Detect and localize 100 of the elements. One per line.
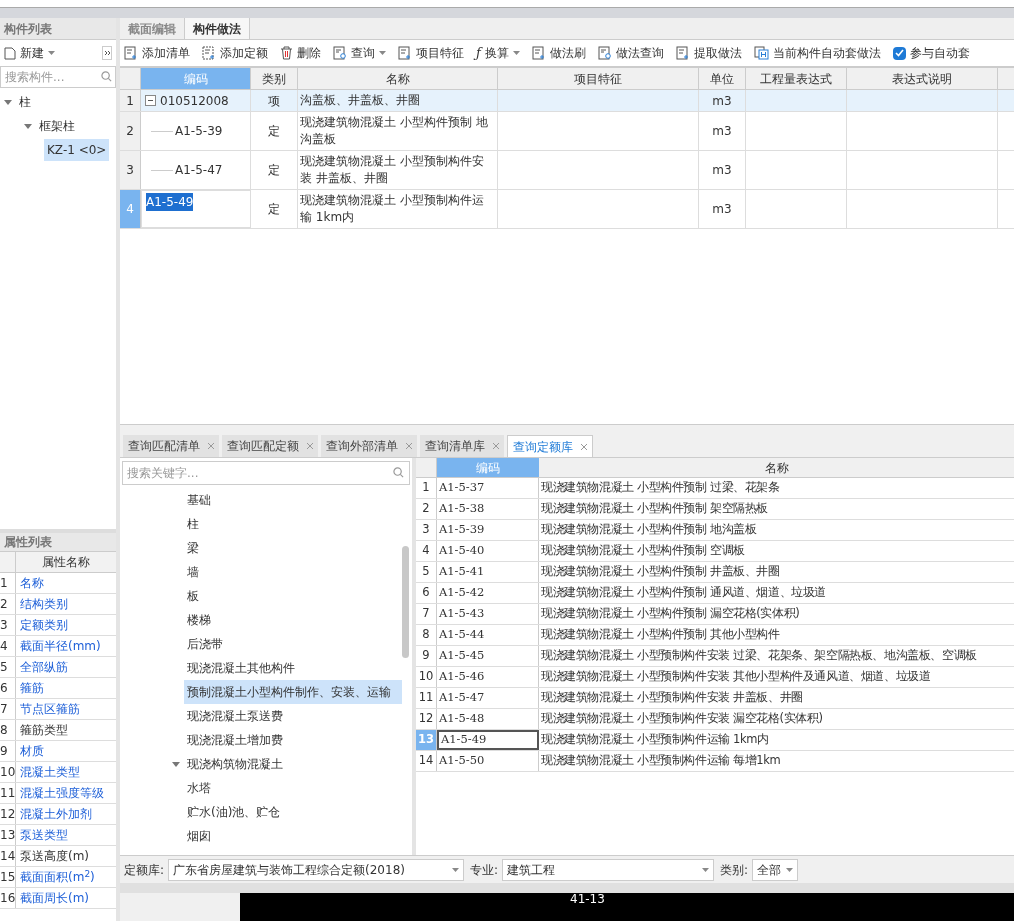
name-cell[interactable]: 现浇建筑物混凝土 小型预制构件运输 1km内 — [539, 730, 771, 750]
dropdown[interactable]: 建筑工程 — [502, 858, 715, 881]
tree-item[interactable]: 框架柱 — [36, 115, 78, 137]
code-cell[interactable]: A1-5-46 — [437, 667, 539, 687]
code-cell[interactable]: A1-5-41 — [437, 562, 539, 582]
property-name: 节点区箍筋 — [19, 701, 81, 718]
tab[interactable]: 查询外部清单 — [321, 435, 417, 457]
chapter-item[interactable]: 板 — [184, 584, 402, 608]
column-header: 编码 — [437, 458, 539, 477]
tab[interactable]: 构件做法 — [185, 18, 250, 39]
auto-checkbox[interactable]: 参与自动套 — [892, 44, 970, 62]
chapter-item[interactable]: 现浇构筑物混凝土 — [184, 752, 402, 776]
name-cell[interactable]: 现浇建筑物混凝土 小型构件预制 过梁、花架条 — [539, 478, 782, 498]
code-cell[interactable]: A1-5-38 — [437, 499, 539, 519]
name-cell[interactable]: 现浇建筑物混凝土 小型构件预制 地沟盖板 — [539, 520, 759, 540]
row-number: 14 — [0, 846, 16, 866]
name-cell[interactable]: 现浇建筑物混凝土 小型预制构件安装 过梁、花架条、架空隔热板、地沟盖板、空调板 — [539, 646, 979, 666]
code-cell[interactable]: A1-5-49 — [146, 193, 194, 211]
code-cell[interactable]: A1-5-40 — [437, 541, 539, 561]
tab[interactable]: 查询定额库 — [507, 435, 593, 457]
close-icon[interactable] — [493, 443, 499, 449]
tab[interactable]: 查询清单库 — [420, 435, 504, 457]
expand-icon[interactable] — [4, 98, 12, 106]
toolbar-button[interactable]: 做法刷 — [531, 44, 586, 62]
close-icon[interactable] — [208, 443, 214, 449]
toolbar-button[interactable]: 删除 — [280, 44, 321, 62]
new-button[interactable]: 新建 — [4, 44, 55, 62]
code-cell[interactable]: A1-5-39 — [175, 122, 223, 140]
search-field[interactable]: 搜索关键字... — [122, 461, 410, 485]
property-name: 混凝土外加剂 — [19, 806, 93, 823]
chapter-item[interactable]: 墙 — [184, 560, 402, 584]
toolbar-button[interactable]: 提取做法 — [675, 44, 742, 62]
search-icon[interactable] — [101, 71, 112, 82]
close-icon[interactable] — [406, 443, 412, 449]
row-number: 7 — [0, 699, 16, 719]
toolbar-button[interactable]: 添加定额 — [202, 44, 268, 62]
chapter-item[interactable]: 预制混凝土小型构件制作、安装、运输 — [184, 680, 402, 704]
code-cell[interactable]: A1-5-48 — [437, 709, 539, 729]
expand-icon[interactable] — [24, 122, 32, 130]
expand-panel-icon[interactable] — [102, 46, 112, 60]
code-cell[interactable]: A1-5-42 — [437, 583, 539, 603]
tab[interactable]: 查询匹配清单 — [123, 435, 219, 457]
toolbar-button[interactable]: 项目特征 — [398, 44, 464, 62]
code-cell[interactable]: A1-5-47 — [175, 161, 223, 179]
chapter-item[interactable]: 现浇混凝土泵送费 — [184, 704, 402, 728]
chapter-item[interactable]: 现浇混凝土其他构件 — [184, 656, 402, 680]
code-cell[interactable]: A1-5-37 — [437, 478, 539, 498]
tree-item[interactable]: 柱 — [16, 91, 34, 113]
toolbar-button[interactable]: 做法查询 — [597, 44, 664, 62]
chapter-item[interactable]: 柱 — [184, 512, 402, 536]
code-cell[interactable]: A1-5-45 — [437, 646, 539, 666]
chapter-item[interactable]: 楼梯 — [184, 608, 402, 632]
dropdown[interactable]: 广东省房屋建筑与装饰工程综合定额(2018) — [168, 858, 465, 881]
chapter-item[interactable]: 烟囱 — [184, 824, 402, 848]
search-field[interactable]: 搜索构件... — [0, 66, 116, 88]
tree-item[interactable]: KZ-1 <0> — [44, 139, 110, 161]
chapter-item[interactable]: 基础 — [184, 488, 402, 512]
row-number: 11 — [416, 688, 437, 708]
close-icon[interactable] — [307, 443, 313, 449]
chapter-item[interactable]: 贮水(油)池、贮仓 — [184, 800, 402, 824]
code-cell[interactable]: A1-5-43 — [437, 604, 539, 624]
name-cell[interactable]: 现浇建筑物混凝土 小型预制构件安装 漏空花格(实体积) — [539, 709, 825, 729]
row-number: 16 — [0, 888, 16, 908]
name-cell[interactable]: 现浇建筑物混凝土 小型构件预制 空调板 — [539, 541, 747, 561]
collapse-icon[interactable] — [145, 95, 156, 106]
name-cell[interactable]: 现浇建筑物混凝土 小型预制构件安装 其他小型构件及通风道、烟道、垃圾道 — [539, 667, 933, 687]
chapter-item[interactable]: 水塔 — [184, 776, 402, 800]
scrollbar-thumb[interactable] — [402, 546, 409, 658]
tab[interactable]: 查询匹配定额 — [222, 435, 318, 457]
close-icon[interactable] — [581, 443, 587, 450]
chapter-item[interactable]: 现浇混凝土增加费 — [184, 728, 402, 752]
name-cell[interactable]: 现浇建筑物混凝土 小型构件预制 其他小型构件 — [539, 625, 782, 645]
expand-icon[interactable] — [172, 760, 180, 768]
code-cell[interactable]: A1-5-50 — [437, 751, 539, 771]
name-cell[interactable]: 现浇建筑物混凝土 小型预制构件运输 每增1km — [539, 751, 783, 771]
check-icon — [894, 49, 904, 57]
name-cell[interactable]: 现浇建筑物混凝土 小型构件预制 井盖板、井圈 — [539, 562, 782, 582]
toolbar-button[interactable]: 查询 — [333, 44, 386, 62]
code-cell[interactable]: A1-5-47 — [437, 688, 539, 708]
code-cell[interactable]: A1-5-39 — [437, 520, 539, 540]
code-cell[interactable]: A1-5-44 — [437, 625, 539, 645]
code-cell[interactable]: A1-5-49 — [437, 730, 539, 750]
toolbar-button[interactable]: 当前构件自动套做法 — [753, 44, 881, 62]
checkbox[interactable] — [892, 46, 906, 60]
unit-cell: m3 — [699, 190, 746, 228]
name-cell[interactable]: 现浇建筑物混凝土 小型构件预制 漏空花格(实体积) — [539, 604, 802, 624]
name-cell[interactable]: 现浇建筑物混凝土 小型预制构件安装 井盖板、井圈 — [539, 688, 805, 708]
row-number: 1 — [0, 573, 16, 593]
name-cell[interactable]: 现浇建筑物混凝土 小型构件预制 架空隔热板 — [539, 499, 770, 519]
chapter-item[interactable]: 梁 — [184, 536, 402, 560]
name-cell[interactable]: 现浇建筑物混凝土 小型构件预制 通风道、烟道、垃圾道 — [539, 583, 828, 603]
row-number: 12 — [416, 709, 437, 729]
code-cell[interactable]: 010512008 — [160, 91, 229, 110]
search-icon[interactable] — [393, 467, 404, 478]
chapter-item[interactable]: 后浇带 — [184, 632, 402, 656]
toolbar-button[interactable]: 添加清单 — [124, 44, 190, 62]
row-number: 4 — [120, 190, 141, 228]
row-number: 9 — [416, 646, 437, 666]
name-cell: 现浇建筑物混凝土 小型构件预制 地沟盖板 — [298, 112, 498, 150]
dropdown[interactable]: 全部 — [752, 858, 799, 881]
